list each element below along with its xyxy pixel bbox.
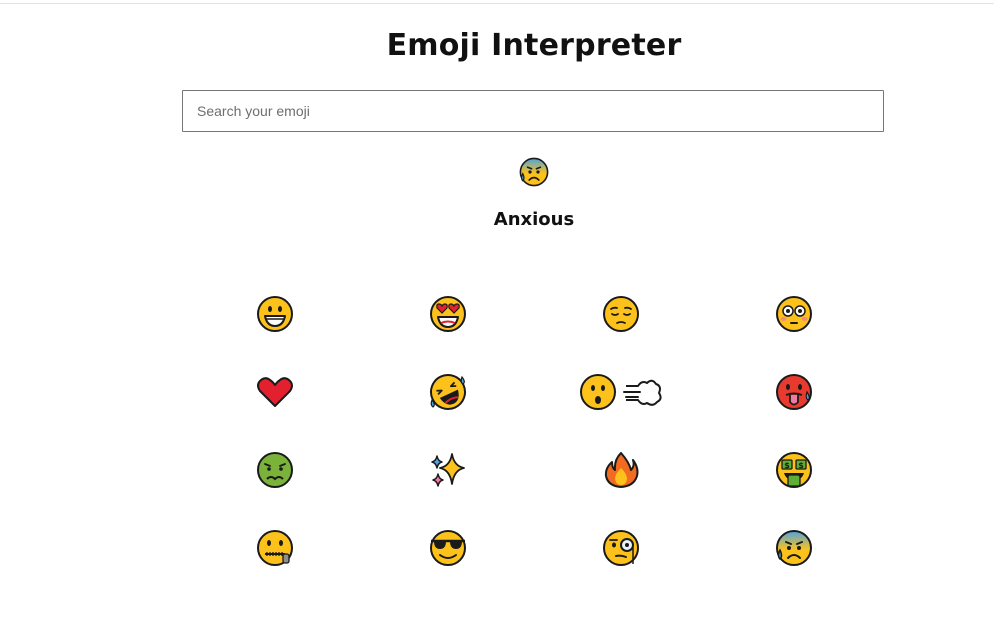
smiling-face-with-heart-eyes-icon[interactable] — [428, 294, 468, 334]
top-divider — [0, 3, 994, 4]
sparkles-icon[interactable] — [428, 450, 468, 490]
page-title: Emoji Interpreter — [386, 28, 682, 63]
red-heart-icon[interactable] — [255, 372, 295, 412]
flushed-face-icon[interactable] — [774, 294, 814, 334]
anxious-face-with-sweat-icon — [518, 156, 550, 188]
svg-text:$: $ — [784, 461, 790, 470]
anxious-face-with-sweat-icon[interactable] — [774, 528, 814, 568]
grinning-face-icon[interactable] — [255, 294, 295, 334]
svg-text:$: $ — [798, 461, 804, 470]
smiling-face-with-sunglasses-icon[interactable] — [428, 528, 468, 568]
search-input[interactable] — [182, 90, 884, 132]
face-with-monocle-icon[interactable] — [601, 528, 641, 568]
zipper-mouth-face-icon[interactable] — [255, 528, 295, 568]
face-exhaling-icon[interactable] — [580, 372, 664, 412]
pensive-face-icon[interactable] — [601, 294, 641, 334]
emoji-meaning: Anxious — [493, 209, 575, 230]
rolling-on-the-floor-laughing-icon[interactable] — [428, 372, 468, 412]
hot-face-icon[interactable] — [774, 372, 814, 412]
app-root: Emoji Interpreter Anxious — [0, 0, 994, 635]
nauseated-face-icon[interactable] — [255, 450, 295, 490]
fire-icon[interactable] — [601, 450, 641, 490]
money-mouth-face-icon[interactable]: $ $ — [774, 450, 814, 490]
